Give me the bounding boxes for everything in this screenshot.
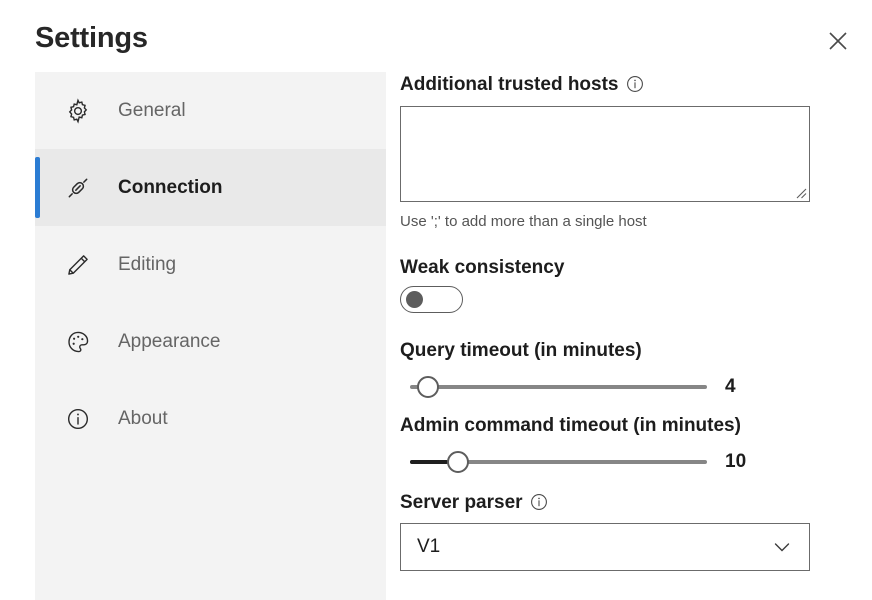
query-timeout-slider[interactable]: 4 bbox=[400, 372, 840, 402]
slider-track-fill bbox=[410, 460, 448, 464]
trusted-hosts-hint: Use ';' to add more than a single host bbox=[400, 213, 647, 230]
server-parser-label: Server parser bbox=[400, 490, 548, 516]
server-parser-value: V1 bbox=[417, 536, 441, 557]
query-timeout-label-text: Query timeout (in minutes) bbox=[400, 340, 642, 361]
close-icon bbox=[827, 30, 849, 52]
admin-timeout-value: 10 bbox=[725, 451, 747, 472]
page-title: Settings bbox=[35, 22, 148, 54]
settings-sidebar: General Connection Editing Appearance Ab… bbox=[35, 72, 386, 600]
slider-track[interactable] bbox=[410, 385, 707, 389]
admin-timeout-label-text: Admin command timeout (in minutes) bbox=[400, 415, 741, 436]
pencil-icon bbox=[55, 252, 101, 278]
sidebar-item-label: Editing bbox=[118, 253, 177, 275]
info-circle-icon bbox=[55, 406, 101, 432]
trusted-hosts-input[interactable] bbox=[400, 106, 810, 202]
sidebar-item-label: General bbox=[118, 99, 186, 121]
weak-consistency-label: Weak consistency bbox=[400, 255, 564, 281]
plug-icon bbox=[55, 175, 101, 201]
close-button[interactable] bbox=[816, 22, 860, 60]
admin-timeout-slider[interactable]: 10 bbox=[400, 447, 840, 477]
admin-timeout-label: Admin command timeout (in minutes) bbox=[400, 413, 741, 439]
title-bar: Settings bbox=[0, 0, 872, 72]
trusted-hosts-label: Additional trusted hosts bbox=[400, 72, 840, 98]
sidebar-item-editing[interactable]: Editing bbox=[35, 226, 386, 303]
sidebar-item-about[interactable]: About bbox=[35, 380, 386, 457]
sidebar-item-label: About bbox=[118, 407, 168, 429]
selection-accent-bar bbox=[35, 157, 40, 218]
query-timeout-label: Query timeout (in minutes) bbox=[400, 338, 642, 364]
connection-settings-panel: Additional trusted hosts Use ';' to add … bbox=[400, 72, 840, 600]
info-icon[interactable] bbox=[530, 493, 548, 511]
gear-icon bbox=[55, 97, 101, 124]
sidebar-item-label: Connection bbox=[118, 176, 223, 198]
slider-thumb[interactable] bbox=[417, 376, 439, 398]
slider-thumb[interactable] bbox=[447, 451, 469, 473]
server-parser-select[interactable]: V1 bbox=[400, 523, 810, 571]
sidebar-item-connection[interactable]: Connection bbox=[35, 149, 386, 226]
info-icon[interactable] bbox=[626, 75, 644, 93]
sidebar-item-general[interactable]: General bbox=[35, 72, 386, 149]
trusted-hosts-label-text: Additional trusted hosts bbox=[400, 74, 619, 95]
sidebar-item-label: Appearance bbox=[118, 330, 221, 352]
sidebar-item-appearance[interactable]: Appearance bbox=[35, 303, 386, 380]
server-parser-label-text: Server parser bbox=[400, 492, 523, 513]
chevron-down-icon bbox=[771, 536, 793, 558]
weak-consistency-label-text: Weak consistency bbox=[400, 257, 565, 278]
toggle-knob bbox=[406, 291, 423, 308]
weak-consistency-toggle[interactable] bbox=[400, 286, 463, 313]
query-timeout-value: 4 bbox=[725, 376, 736, 397]
palette-icon bbox=[55, 329, 101, 355]
